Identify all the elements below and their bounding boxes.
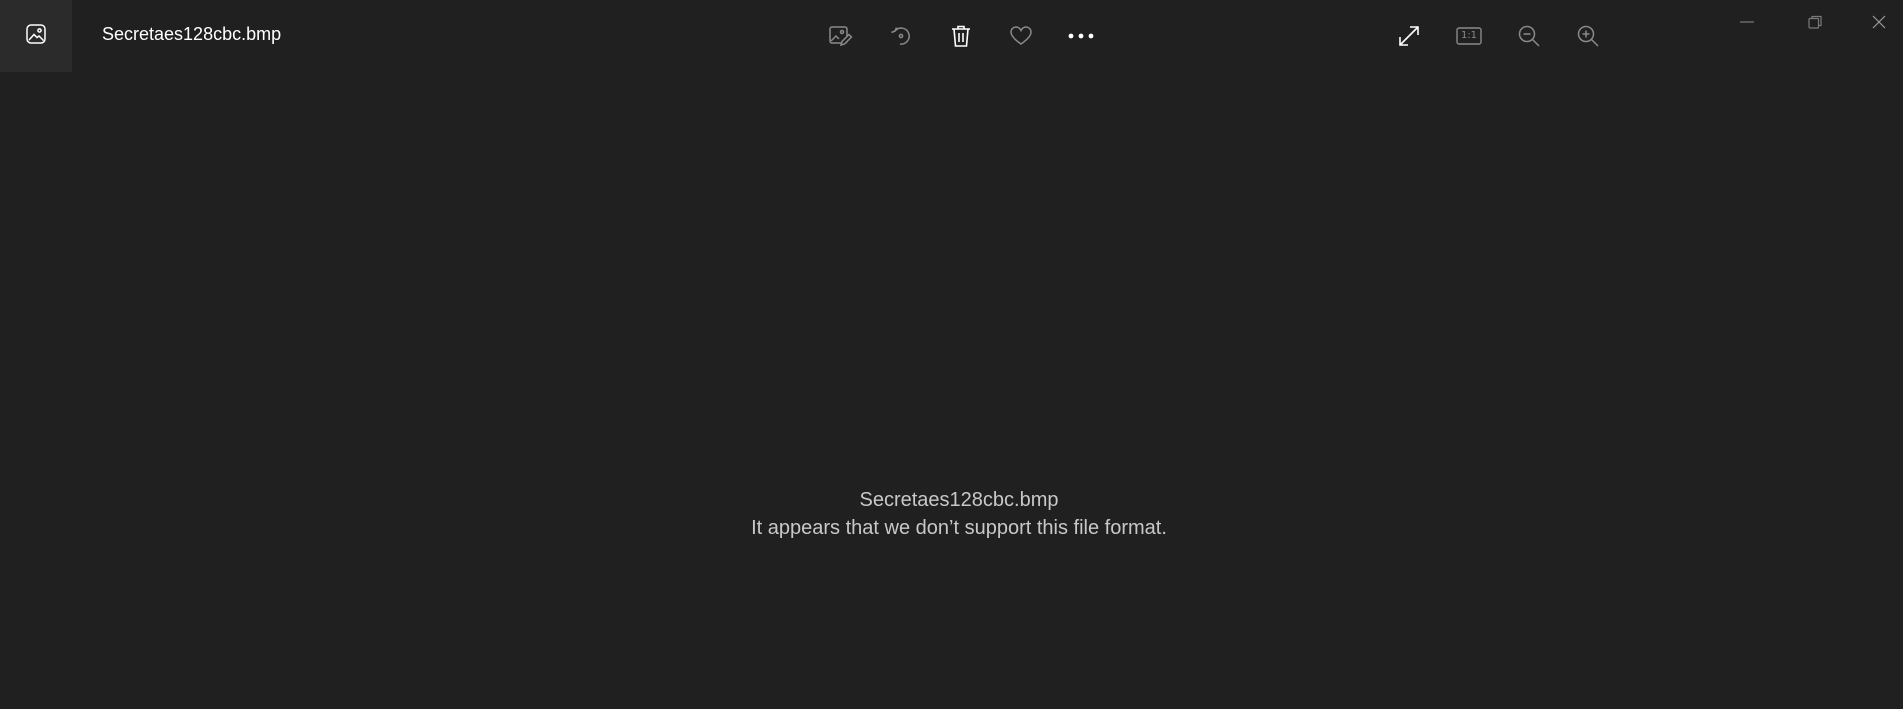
rotate-icon <box>888 23 914 49</box>
edit-image-button[interactable] <box>816 12 864 60</box>
message-file-name: Secretaes128cbc.bmp <box>859 489 1059 511</box>
zoom-in-button[interactable] <box>1564 12 1612 60</box>
expand-icon <box>1396 23 1422 49</box>
favorite-button[interactable] <box>997 12 1045 60</box>
message-error-text: It appears that we don’t support this fi… <box>751 517 1167 539</box>
trash-icon <box>948 23 974 49</box>
title-bar: Secretaes128cbc.bmp 1:1 <box>0 0 1903 72</box>
restore-button[interactable] <box>1785 0 1845 48</box>
actual-size-icon: 1:1 <box>1456 26 1482 46</box>
minimize-button[interactable] <box>1717 0 1777 48</box>
heart-icon <box>1008 23 1034 49</box>
rotate-button[interactable] <box>877 12 925 60</box>
actual-size-button[interactable]: 1:1 <box>1445 12 1493 60</box>
delete-button[interactable] <box>937 12 985 60</box>
more-button[interactable] <box>1057 12 1105 60</box>
file-name-title: Secretaes128cbc.bmp <box>102 24 282 44</box>
more-icon <box>1067 32 1095 40</box>
full-screen-button[interactable] <box>1385 12 1433 60</box>
minimize-icon <box>1739 14 1755 35</box>
close-icon <box>1871 14 1887 35</box>
restore-icon <box>1807 14 1823 35</box>
actual-size-label: 1:1 <box>1460 30 1478 41</box>
photos-window: Secretaes128cbc.bmp 1:1 Secretaes128cbc.… <box>0 0 1903 709</box>
close-button[interactable] <box>1855 0 1903 48</box>
app-icon-button[interactable] <box>0 0 72 72</box>
zoom-out-icon <box>1516 23 1542 49</box>
zoom-in-icon <box>1575 23 1601 49</box>
unsupported-format-message: Secretaes128cbc.bmp It appears that we d… <box>0 486 1903 542</box>
photos-app-icon <box>24 22 48 51</box>
edit-image-icon <box>827 23 853 49</box>
zoom-out-button[interactable] <box>1505 12 1553 60</box>
